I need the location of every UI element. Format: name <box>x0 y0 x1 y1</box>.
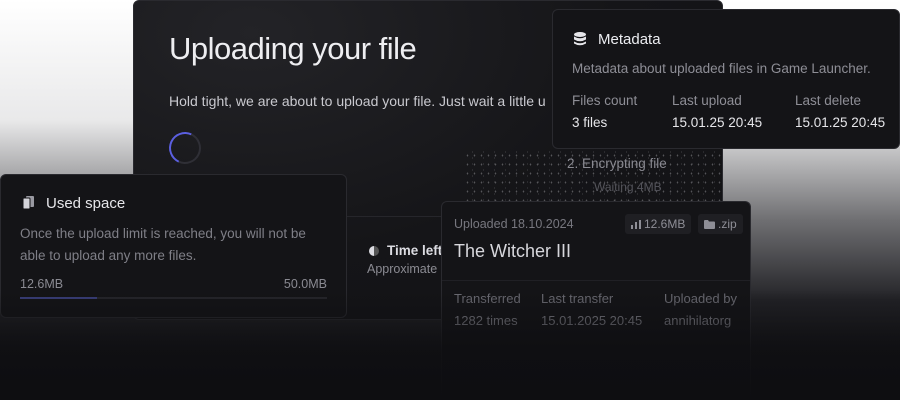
upload-step-current: 2. Encrypting file <box>567 156 667 171</box>
file-stack-icon <box>23 196 34 209</box>
file-upload-date: Uploaded 18.10.2024 <box>454 217 574 231</box>
metadata-card: Metadata Metadata about uploaded files i… <box>552 9 900 149</box>
used-space-card: Used space Once the upload limit is reac… <box>0 174 347 318</box>
used-space-description: Once the upload limit is reached, you wi… <box>20 226 306 263</box>
metadata-value: 15.01.25 20:45 <box>795 115 886 130</box>
file-stat-value: 15.01.2025 20:45 <box>541 313 643 328</box>
file-uploaded-by: Uploaded by annihilatorg <box>664 291 737 328</box>
file-size-badge: 12.6MB <box>625 214 692 234</box>
file-stat-label: Transferred <box>454 291 521 306</box>
bar-chart-icon <box>631 220 641 229</box>
used-space-title: Used space <box>46 195 126 212</box>
file-transferred: Transferred 1282 times <box>454 291 521 328</box>
file-extension-badge: .zip <box>698 214 743 234</box>
metadata-value: 3 files <box>572 115 608 130</box>
file-stat-value: 1282 times <box>454 313 518 328</box>
file-stat-label: Last transfer <box>541 291 614 306</box>
metadata-last-upload: Last upload 15.01.25 20:45 <box>672 93 762 130</box>
metadata-label: Last delete <box>795 93 862 108</box>
metadata-last-delete: Last delete 15.01.25 20:45 <box>795 93 885 130</box>
file-stat-value: annihilatorg <box>664 313 732 328</box>
approximate-label: Approximate <box>367 262 438 276</box>
metadata-value: 15.01.25 20:45 <box>672 115 763 130</box>
used-space-used: 12.6MB <box>20 277 64 291</box>
metadata-title: Metadata <box>598 31 661 48</box>
file-card[interactable]: Uploaded 18.10.2024 12.6MB .zip The Witc… <box>441 201 751 400</box>
used-space-limit: 50.0MB <box>283 277 327 291</box>
loading-spinner-icon <box>164 127 206 169</box>
file-name: The Witcher III <box>454 241 572 261</box>
used-space-progress-fill <box>20 297 98 299</box>
file-stat-label: Uploaded by <box>664 291 737 306</box>
metadata-description: Metadata about uploaded files in Game La… <box>572 61 871 76</box>
file-divider <box>442 280 750 281</box>
metadata-label: Last upload <box>672 93 742 108</box>
upload-title: Uploading your file <box>169 31 417 66</box>
file-size: 12.6MB <box>644 217 686 231</box>
half-circle-icon <box>369 246 379 256</box>
metadata-label: Files count <box>572 93 638 108</box>
folder-icon <box>704 220 715 229</box>
metadata-files-count: Files count 3 files <box>572 93 637 130</box>
file-last-transfer: Last transfer 15.01.2025 20:45 <box>541 291 642 328</box>
used-space-progress <box>20 297 327 299</box>
file-extension: .zip <box>718 217 737 231</box>
database-icon <box>574 32 586 46</box>
time-left-label: Time left <box>387 243 443 258</box>
upload-step-detail: Waiting 4MB <box>594 180 662 194</box>
time-left: Time left <box>369 243 442 258</box>
upload-subtitle: Hold tight, we are about to upload your … <box>169 93 546 109</box>
